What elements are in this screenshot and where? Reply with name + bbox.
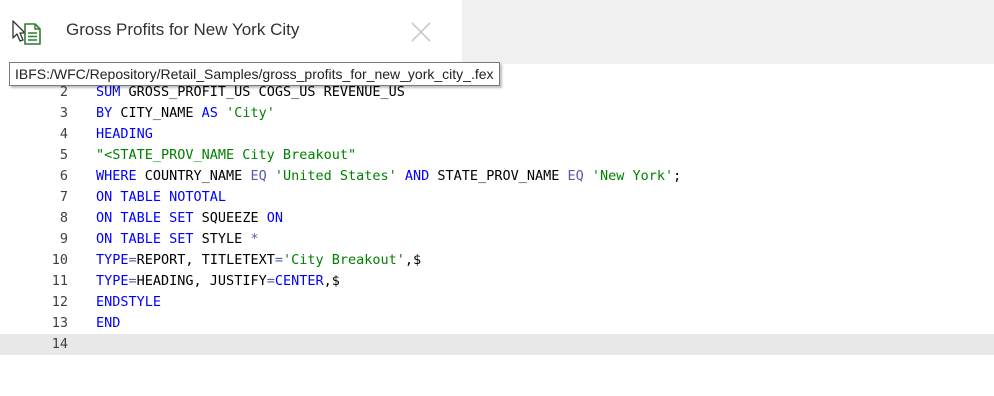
line-number: 4 [59, 126, 68, 142]
code-text: "<STATE_PROV_NAME City Breakout" [96, 145, 356, 166]
code-token: = [266, 273, 275, 289]
line-number: 6 [59, 168, 68, 184]
code-token: END [96, 315, 121, 331]
code-token: ; [673, 168, 682, 184]
code-text: ON TABLE SET SQUEEZE ON [96, 208, 283, 229]
code-line-12[interactable]: 12 ENDSTYLE [0, 292, 994, 313]
line-number: 5 [59, 147, 68, 163]
code-token: EQ [567, 168, 584, 184]
code-token: REPORT, [136, 252, 202, 268]
code-token: AND [404, 168, 430, 184]
code-token: 'City' [226, 105, 275, 121]
code-token: ENDSTYLE [96, 294, 162, 310]
code-token: SQUEEZE [193, 210, 267, 226]
code-line-7[interactable]: 7 ON TABLE NOTOTAL [0, 187, 994, 208]
code-token: AS [201, 105, 218, 121]
close-icon[interactable] [408, 19, 434, 45]
code-token: * [250, 231, 259, 247]
code-token: 'City Breakout' [282, 252, 405, 268]
line-number: 8 [59, 210, 68, 226]
code-token: HEADING, JUSTIFY [136, 273, 267, 289]
code-text: HEADING [96, 124, 153, 145]
line-number: 9 [59, 231, 68, 247]
code-line-6[interactable]: 6 WHERE COUNTRY_NAME EQ 'United States' A… [0, 166, 994, 187]
code-token: ,$ [404, 252, 422, 268]
code-token: = [274, 252, 283, 268]
code-text: WHERE COUNTRY_NAME EQ 'United States' AN… [96, 166, 681, 187]
line-number: 7 [59, 189, 68, 205]
code-token: 'United States' [274, 168, 397, 184]
line-number: 13 [51, 315, 68, 331]
code-token: ON TABLE NOTOTAL [96, 189, 227, 205]
code-line-5[interactable]: 5 "<STATE_PROV_NAME City Breakout" [0, 145, 994, 166]
code-token: 'New York' [591, 168, 674, 184]
code-token: STATE_PROV_NAME [429, 168, 568, 184]
code-text: TYPE=HEADING, JUSTIFY=CENTER,$ [96, 271, 340, 292]
code-token: COUNTRY_NAME [136, 168, 251, 184]
code-token: BY [96, 105, 113, 121]
code-token: EQ [250, 168, 267, 184]
code-token: TYPE [96, 252, 129, 268]
code-token: CENTER [274, 273, 324, 289]
code-token: ON TABLE SET [96, 231, 194, 247]
code-token: ON [266, 210, 283, 226]
code-text: TYPE=REPORT, TITLETEXT='City Breakout',$ [96, 250, 421, 271]
code-line-9[interactable]: 9 ON TABLE SET STYLE * [0, 229, 994, 250]
code-line-14[interactable]: 14 [0, 334, 994, 355]
code-line-10[interactable]: 10 TYPE=REPORT, TITLETEXT='City Breakout'… [0, 250, 994, 271]
code-line-13[interactable]: 13 END [0, 313, 994, 334]
code-token: WHERE [96, 168, 137, 184]
code-token: STYLE [193, 231, 251, 247]
code-token: CITY_NAME [112, 105, 202, 121]
line-number: 11 [51, 273, 68, 289]
line-number: 14 [51, 336, 68, 352]
code-token: ,$ [323, 273, 340, 289]
code-editor[interactable]: 2 SUM GROSS_PROFIT_US COGS_US REVENUE_US 3… [0, 64, 994, 396]
code-line-8[interactable]: 8 ON TABLE SET SQUEEZE ON [0, 208, 994, 229]
code-text: END [96, 313, 120, 334]
line-number: 12 [51, 294, 68, 310]
code-token: = [128, 273, 137, 289]
code-token: SUM [96, 84, 121, 100]
tab-bar: Gross Profits for New York City [0, 0, 994, 64]
tab-title: Gross Profits for New York City [66, 20, 300, 39]
code-text: ON TABLE NOTOTAL [96, 187, 226, 208]
file-path-tooltip: IBFS:/WFC/Repository/Retail_Samples/gros… [9, 62, 500, 86]
report-file-icon [12, 20, 42, 46]
code-text: ENDSTYLE [96, 292, 161, 313]
code-line-11[interactable]: 11 TYPE=HEADING, JUSTIFY=CENTER,$ [0, 271, 994, 292]
code-text: BY CITY_NAME AS 'City' [96, 103, 275, 124]
code-text: ON TABLE SET STYLE * [96, 229, 259, 250]
code-token: GROSS_PROFIT_US COGS_US REVENUE_US [120, 84, 405, 100]
code-token: = [128, 252, 137, 268]
code-token: "<STATE_PROV_NAME City Breakout" [96, 147, 357, 163]
line-number: 10 [51, 252, 68, 268]
code-token: ON TABLE SET [96, 210, 194, 226]
code-line-3[interactable]: 3 BY CITY_NAME AS 'City' [0, 103, 994, 124]
line-number: 3 [59, 105, 68, 121]
code-token: TYPE [96, 273, 129, 289]
code-token: TITLETEXT [201, 252, 275, 268]
code-token: HEADING [96, 126, 153, 142]
code-line-4[interactable]: 4 HEADING [0, 124, 994, 145]
tab-gross-profits[interactable]: Gross Profits for New York City [0, 0, 462, 64]
editor-window: Gross Profits for New York City IBFS:/WF… [0, 0, 994, 396]
